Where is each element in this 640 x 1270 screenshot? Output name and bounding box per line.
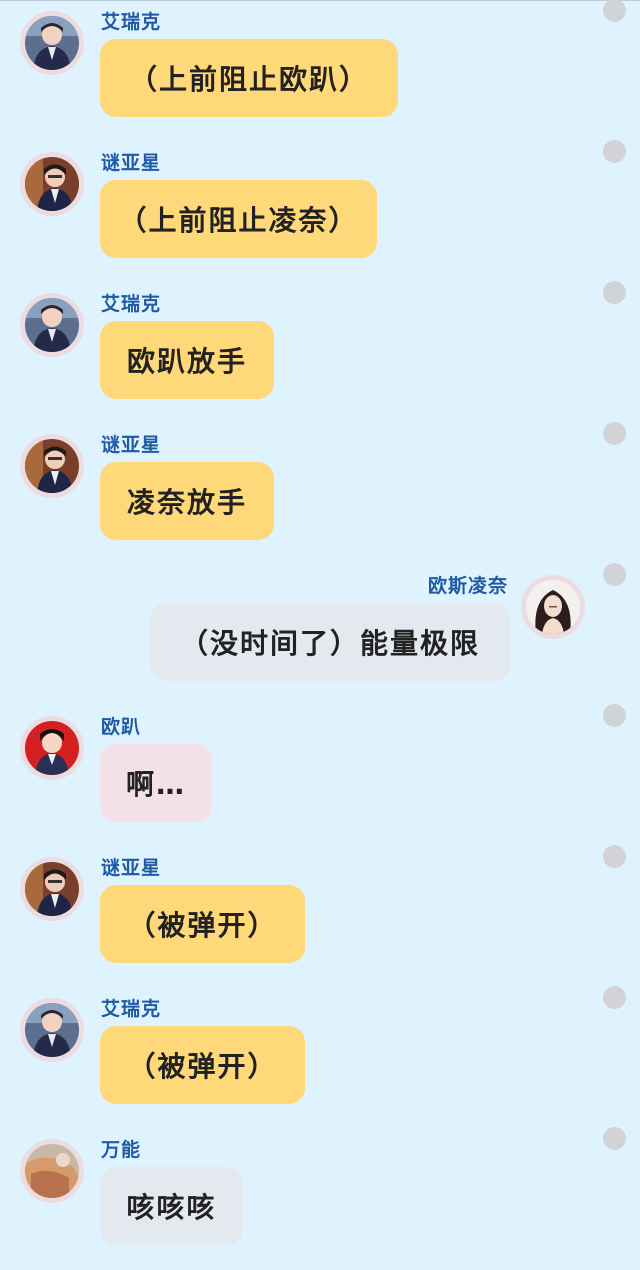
- chat-message: 艾瑞克 （被弹开）: [0, 986, 640, 1129]
- sender-name: 谜亚星: [101, 434, 162, 456]
- sender-name: 艾瑞克: [101, 293, 162, 315]
- message-bubble[interactable]: 凌奈放手: [100, 462, 274, 540]
- chat-message: 万能 咳咳咳: [0, 1127, 640, 1270]
- status-dot-icon: [603, 140, 626, 163]
- sender-name: 谜亚星: [101, 152, 162, 174]
- message-bubble[interactable]: 咳咳咳: [100, 1167, 243, 1245]
- status-dot-icon: [603, 422, 626, 445]
- chat-message: 谜亚星 凌奈放手: [0, 422, 640, 565]
- aric-avatar[interactable]: [20, 293, 84, 357]
- chat-message: 艾瑞克 （上前阻止欧趴）: [0, 0, 640, 142]
- status-dot-icon: [603, 845, 626, 868]
- lingnai-avatar[interactable]: [521, 575, 585, 639]
- message-bubble[interactable]: （被弹开）: [100, 1026, 305, 1104]
- status-dot-icon: [603, 281, 626, 304]
- message-bubble[interactable]: （没时间了）能量极限: [150, 603, 510, 681]
- chat-container: 艾瑞克 （上前阻止欧趴） 谜亚星 （上前阻止凌奈） 艾瑞克 欧趴放手 谜亚星 凌…: [0, 0, 640, 1259]
- chat-message: 谜亚星 （被弹开）: [0, 845, 640, 988]
- status-dot-icon: [603, 704, 626, 727]
- wanneng-avatar[interactable]: [20, 1139, 84, 1203]
- aric-avatar[interactable]: [20, 11, 84, 75]
- status-dot-icon: [603, 563, 626, 586]
- sender-name: 谜亚星: [101, 857, 162, 879]
- mystar-avatar[interactable]: [20, 857, 84, 921]
- chat-message: 欧趴 啊…: [0, 704, 640, 847]
- sender-name: 欧趴: [101, 716, 142, 738]
- sender-name: 欧斯凌奈: [427, 575, 508, 597]
- mystar-avatar[interactable]: [20, 152, 84, 216]
- chat-message: 欧斯凌奈 （没时间了）能量极限: [0, 563, 640, 706]
- message-bubble[interactable]: （上前阻止凌奈）: [100, 180, 377, 258]
- aric-avatar[interactable]: [20, 998, 84, 1062]
- mystar-avatar[interactable]: [20, 434, 84, 498]
- status-dot-icon: [603, 986, 626, 1009]
- sender-name: 万能: [101, 1139, 142, 1161]
- opa-avatar[interactable]: [20, 716, 84, 780]
- message-bubble[interactable]: （被弹开）: [100, 885, 305, 963]
- chat-message: 谜亚星 （上前阻止凌奈）: [0, 140, 640, 283]
- status-dot-icon: [603, 1127, 626, 1150]
- sender-name: 艾瑞克: [101, 998, 162, 1020]
- status-dot-icon: [603, 0, 626, 22]
- message-bubble[interactable]: （上前阻止欧趴）: [100, 39, 398, 117]
- message-bubble[interactable]: 欧趴放手: [100, 321, 274, 399]
- message-bubble[interactable]: 啊…: [100, 744, 212, 822]
- sender-name: 艾瑞克: [101, 11, 162, 33]
- chat-message: 艾瑞克 欧趴放手: [0, 281, 640, 424]
